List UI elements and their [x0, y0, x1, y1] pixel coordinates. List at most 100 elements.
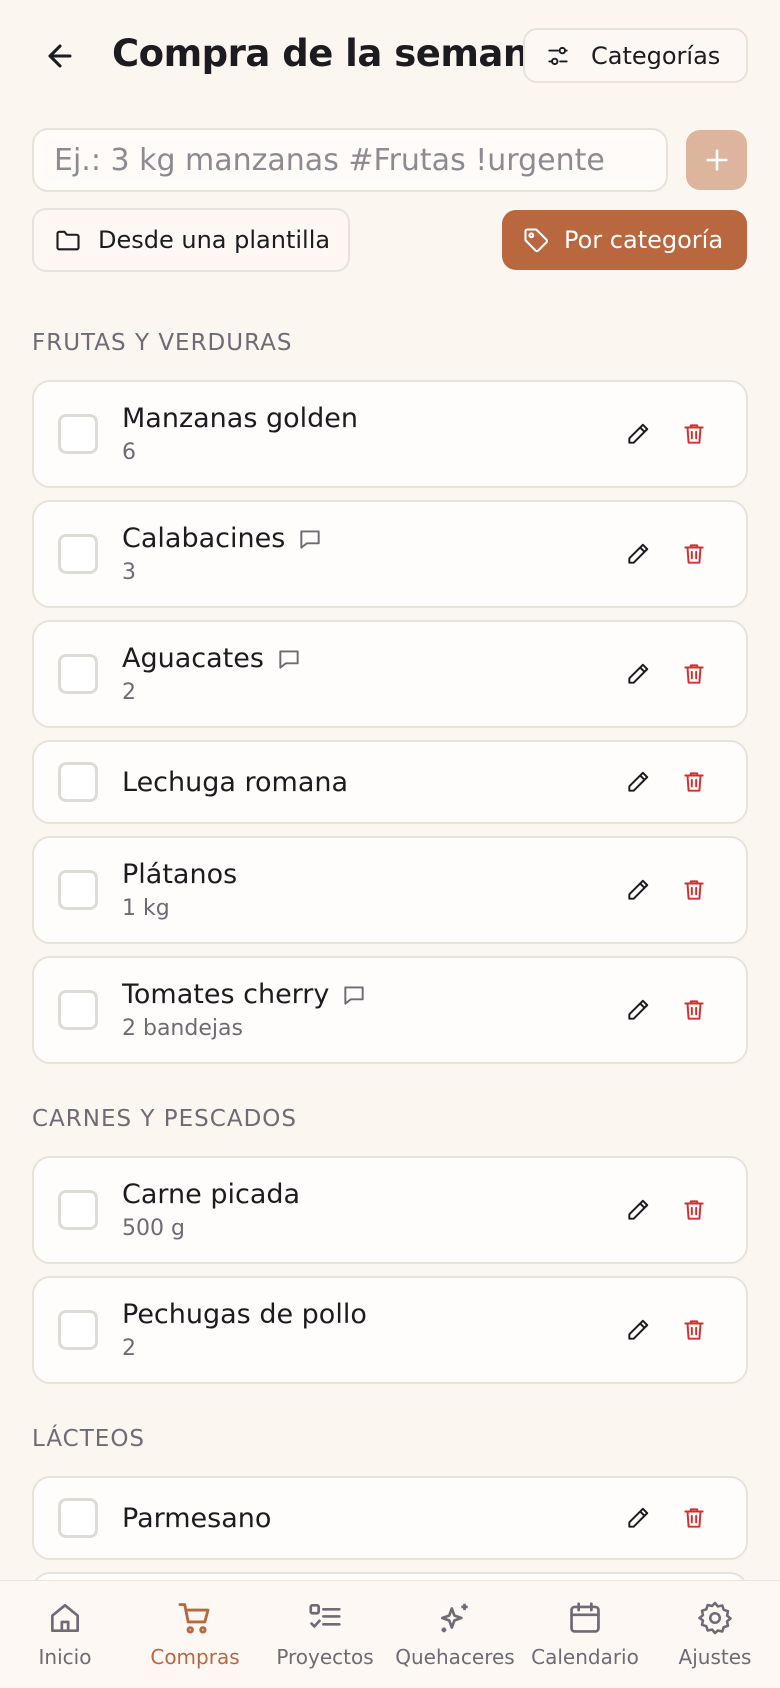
pencil-icon	[628, 771, 649, 792]
item-quantity: 2	[122, 680, 136, 705]
list-item[interactable]: Lechuga romana	[32, 740, 748, 824]
item-name: Parmesano	[122, 1502, 272, 1534]
nav-label: Compras	[150, 1645, 240, 1669]
item-name: Carne picada	[122, 1179, 301, 1210]
comment-icon	[344, 985, 365, 1005]
delete-button[interactable]	[674, 990, 714, 1030]
item-name: Tomates cherry	[122, 979, 330, 1010]
pencil-icon	[628, 1199, 649, 1220]
list-item[interactable]: Manzanas golden 6	[32, 380, 748, 488]
section-title: CARNES Y PESCADOS	[32, 1106, 297, 1132]
item-name: Lechuga romana	[122, 766, 349, 798]
trash-icon	[684, 1508, 704, 1528]
add-item-input[interactable]	[32, 128, 668, 192]
delete-button[interactable]	[674, 534, 714, 574]
item-name: Calabacines	[122, 523, 286, 554]
edit-button[interactable]	[618, 414, 658, 454]
nav-item-calendario[interactable]: Calendario	[520, 1581, 650, 1688]
pencil-icon	[628, 423, 649, 444]
edit-button[interactable]	[618, 1310, 658, 1350]
from-template-label: Desde una plantilla	[98, 226, 331, 254]
delete-button[interactable]	[674, 870, 714, 910]
item-checkbox[interactable]	[58, 534, 98, 574]
nav-label: Quehaceres	[395, 1645, 515, 1669]
trash-icon	[684, 1320, 704, 1340]
item-quantity: 2 bandejas	[122, 1016, 243, 1041]
list-item[interactable]: Carne picada 500 g	[32, 1156, 748, 1264]
edit-button[interactable]	[618, 870, 658, 910]
delete-button[interactable]	[674, 414, 714, 454]
calendar-icon	[570, 1602, 600, 1633]
item-checkbox[interactable]	[58, 762, 98, 802]
arrow-left-icon	[48, 44, 72, 68]
page-title: Compra de la semana	[112, 32, 554, 75]
top-app-bar: Compra de la semana Categorías	[0, 0, 780, 110]
item-checkbox[interactable]	[58, 1190, 98, 1230]
nav-item-inicio[interactable]: Inicio	[0, 1581, 130, 1688]
comment-icon	[279, 649, 299, 669]
edit-button[interactable]	[618, 1498, 658, 1538]
item-quantity: 500 g	[122, 1216, 185, 1241]
delete-button[interactable]	[674, 762, 714, 802]
trash-icon	[684, 1200, 704, 1220]
list-item[interactable]: Aguacates 2	[32, 620, 748, 728]
gear-icon	[698, 1601, 732, 1635]
trash-icon	[684, 772, 704, 792]
section-title: LÁCTEOS	[32, 1426, 146, 1452]
delete-button[interactable]	[674, 654, 714, 694]
list-item[interactable]: Tomates cherry 2 bandejas	[32, 956, 748, 1064]
nav-label: Inicio	[38, 1645, 92, 1669]
section-title: FRUTAS Y VERDURAS	[32, 330, 293, 356]
categories-button-label: Categorías	[591, 41, 721, 70]
nav-item-ajustes[interactable]: Ajustes	[650, 1581, 780, 1688]
add-item-button[interactable]	[686, 130, 747, 190]
delete-button[interactable]	[674, 1310, 714, 1350]
list-item[interactable]: Plátanos 1 kg	[32, 836, 748, 944]
item-checkbox[interactable]	[58, 870, 98, 910]
nav-item-quehaceres[interactable]: Quehaceres	[390, 1581, 520, 1688]
item-checkbox[interactable]	[58, 1498, 98, 1538]
back-button[interactable]	[36, 30, 84, 82]
item-quantity: 2	[122, 1336, 136, 1361]
pencil-icon	[628, 1507, 649, 1528]
item-checkbox[interactable]	[58, 1310, 98, 1350]
plus-icon	[705, 149, 728, 171]
from-template-button[interactable]: Desde una plantilla	[32, 208, 350, 272]
nav-label: Proyectos	[276, 1645, 374, 1669]
item-checkbox[interactable]	[58, 990, 98, 1030]
edit-button[interactable]	[618, 990, 658, 1030]
trash-icon	[684, 424, 704, 444]
item-checkbox[interactable]	[58, 414, 98, 454]
item-quantity: 1 kg	[122, 896, 170, 921]
sliders-icon	[548, 46, 568, 65]
edit-button[interactable]	[618, 1190, 658, 1230]
categories-button[interactable]: Categorías	[523, 28, 748, 83]
item-quantity: 6	[122, 440, 136, 465]
list-item[interactable]: Parmesano	[32, 1476, 748, 1560]
nav-label: Calendario	[531, 1645, 639, 1669]
pencil-icon	[628, 999, 649, 1020]
checklist-icon	[309, 1603, 341, 1628]
edit-button[interactable]	[618, 654, 658, 694]
list-item[interactable]: Pechugas de pollo 2	[32, 1276, 748, 1384]
sparkles-icon	[440, 1603, 468, 1633]
folder-icon	[56, 230, 80, 251]
trash-icon	[684, 1000, 704, 1020]
list-item[interactable]: Calabacines 3	[32, 500, 748, 608]
edit-button[interactable]	[618, 762, 658, 802]
item-name: Aguacates	[122, 643, 264, 674]
pencil-icon	[628, 1319, 649, 1340]
delete-button[interactable]	[674, 1190, 714, 1230]
item-checkbox[interactable]	[58, 654, 98, 694]
pencil-icon	[628, 663, 649, 684]
edit-button[interactable]	[618, 534, 658, 574]
by-category-label: Por categoría	[564, 226, 724, 254]
delete-button[interactable]	[674, 1498, 714, 1538]
nav-item-proyectos[interactable]: Proyectos	[260, 1581, 390, 1688]
by-category-button[interactable]: Por categoría	[502, 210, 747, 270]
item-name: Manzanas golden	[122, 403, 358, 434]
nav-item-compras[interactable]: Compras	[130, 1581, 260, 1688]
item-quantity: 3	[122, 560, 136, 585]
item-name: Plátanos	[122, 859, 238, 890]
bottom-navigation: Inicio Compras Proyectos Quehaceres Cale…	[0, 1580, 780, 1688]
